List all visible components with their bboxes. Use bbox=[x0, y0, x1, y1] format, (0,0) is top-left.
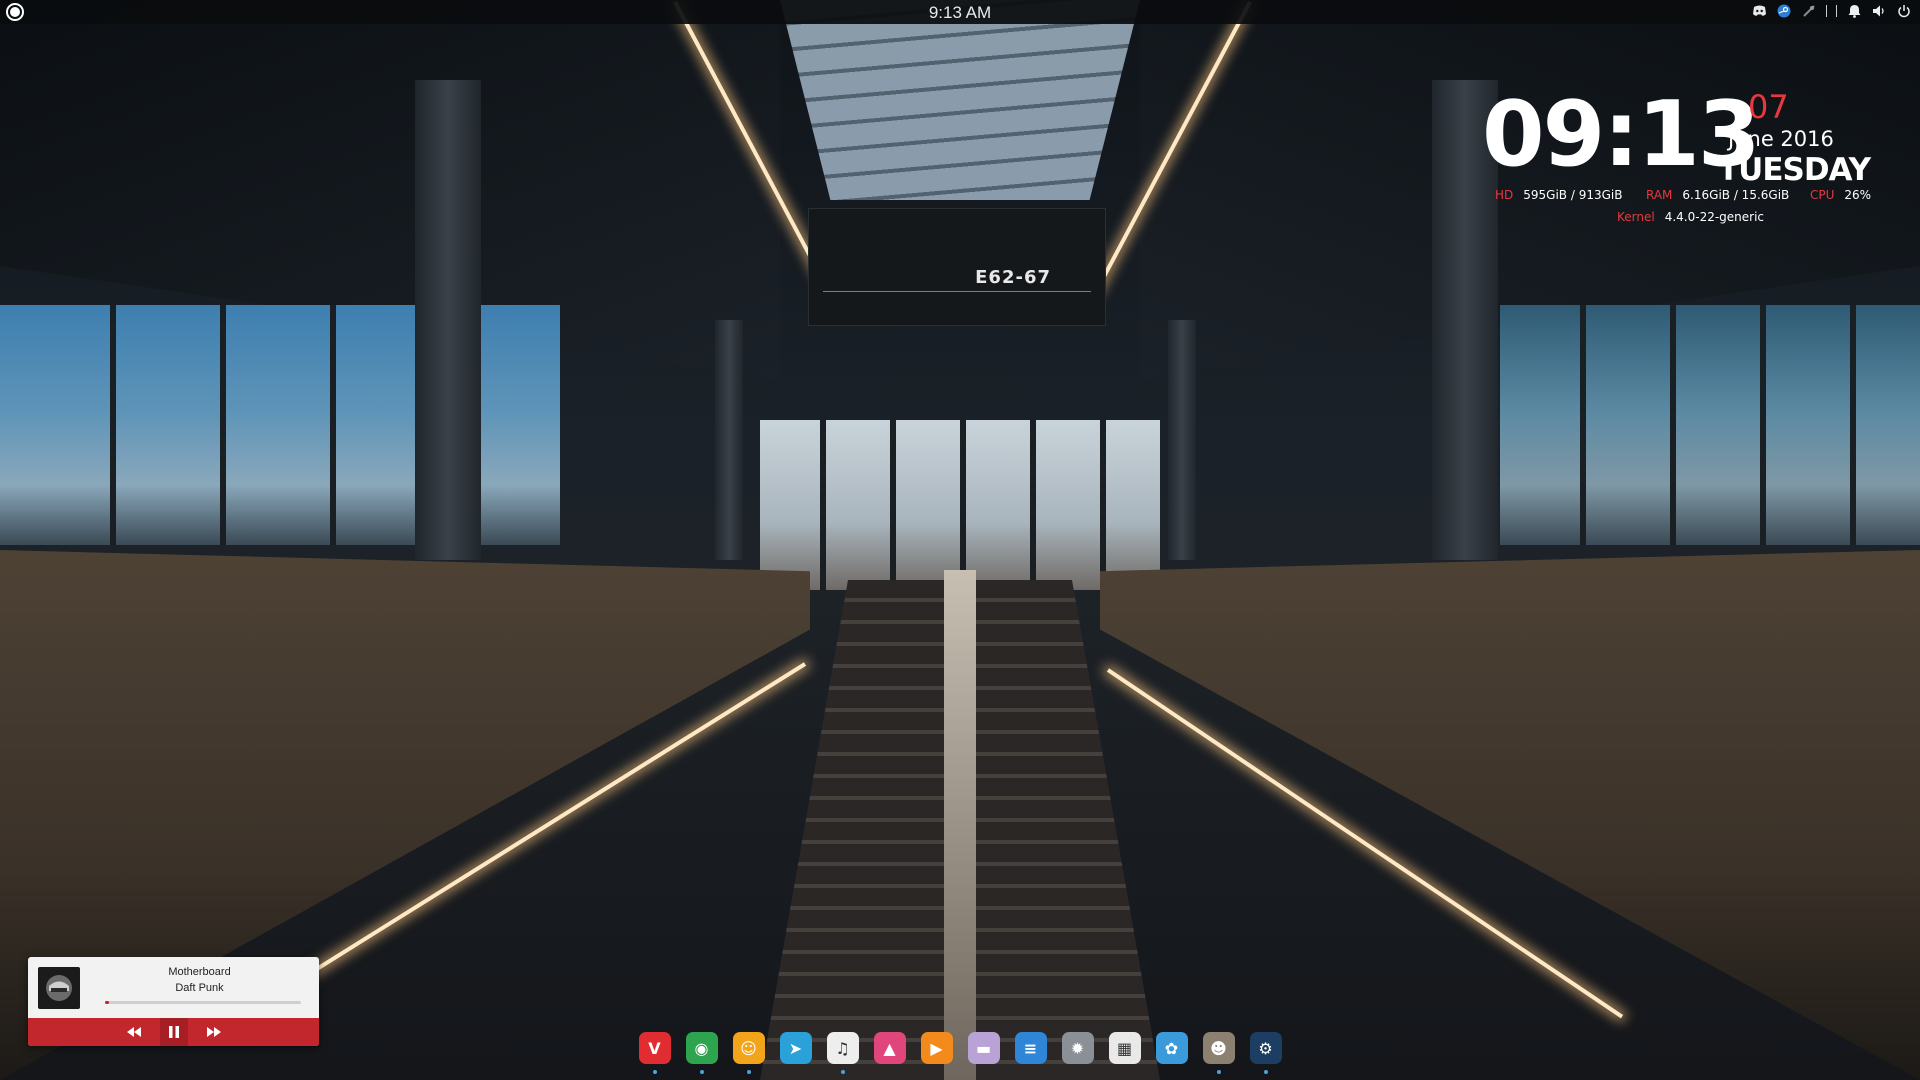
conky-ram-label: RAM bbox=[1646, 188, 1673, 202]
running-indicator bbox=[699, 1070, 704, 1074]
network-tray-icon[interactable] bbox=[1801, 3, 1817, 19]
dock-item-calendar[interactable]: ▦ bbox=[1107, 1030, 1143, 1066]
tray-separator bbox=[1826, 5, 1827, 17]
volume-icon[interactable] bbox=[1871, 3, 1887, 19]
video-player-icon: ▶ bbox=[920, 1032, 953, 1064]
wallpaper-sign-text: E62-67 bbox=[975, 267, 1051, 288]
conky-kernel-value: 4.4.0-22-generic bbox=[1664, 210, 1765, 224]
conky-day-number: 07 bbox=[1748, 88, 1789, 126]
wallpaper-escalator-rail bbox=[944, 570, 976, 1080]
conky-weekday: TUESDAY bbox=[1718, 152, 1871, 188]
dock-item-documents[interactable]: ≡ bbox=[1013, 1030, 1049, 1066]
conky-time: 09:13 bbox=[1482, 82, 1760, 187]
track-progress-bar[interactable] bbox=[105, 1001, 301, 1004]
dock-item-steam[interactable]: ⚙ bbox=[1248, 1030, 1284, 1074]
dock-item-files[interactable]: ▬ bbox=[966, 1030, 1002, 1066]
files-icon: ▬ bbox=[967, 1032, 1000, 1064]
running-indicator bbox=[1216, 1070, 1221, 1074]
chrome-icon: ◉ bbox=[685, 1032, 718, 1064]
dock-item-vivaldi[interactable]: V bbox=[637, 1030, 673, 1074]
track-progress-fill bbox=[105, 1001, 109, 1004]
wallpaper-pillar bbox=[1168, 320, 1196, 560]
wallpaper-window-right bbox=[1500, 305, 1920, 545]
conky-hd-row: HD 595GiB / 913GiB bbox=[1495, 188, 1622, 202]
steam-tray-icon[interactable] bbox=[1776, 3, 1792, 19]
conky-kernel-label: Kernel bbox=[1617, 210, 1655, 224]
vivaldi-icon: V bbox=[638, 1032, 671, 1064]
dock-item-telegram[interactable]: ➤ bbox=[778, 1030, 814, 1066]
music-icon: ♫ bbox=[826, 1032, 859, 1064]
dock-item-app-launcher[interactable]: ✿ bbox=[1154, 1030, 1190, 1066]
running-indicator bbox=[1263, 1070, 1268, 1074]
dock: V ◉ ☺ ➤ ♫ ▲ ▶ ▬ ≡ ✹ ▦ ✿ ☻ ⚙ bbox=[0, 1030, 1920, 1076]
running-indicator bbox=[652, 1070, 657, 1074]
dock-item-music[interactable]: ♫ bbox=[825, 1030, 861, 1074]
wallpaper-window-center bbox=[760, 420, 1160, 590]
dock-item-chrome[interactable]: ◉ bbox=[684, 1030, 720, 1074]
conky-hd-label: HD bbox=[1495, 188, 1514, 202]
wallpaper-pillar bbox=[715, 320, 743, 560]
conky-month-year: June 2016 bbox=[1728, 127, 1834, 151]
settings-icon: ✹ bbox=[1061, 1032, 1094, 1064]
conky-ram-row: RAM 6.16GiB / 15.6GiB bbox=[1646, 188, 1789, 202]
conky-kernel-row: Kernel 4.4.0-22-generic bbox=[1617, 210, 1764, 224]
conky-widget: 09:13 07 June 2016 TUESDAY HD 595GiB / 91… bbox=[1480, 82, 1900, 230]
conky-cpu-value: 26% bbox=[1844, 188, 1872, 202]
telegram-icon: ➤ bbox=[779, 1032, 812, 1064]
track-title: Motherboard bbox=[168, 966, 231, 978]
dock-item-gimp[interactable]: ☻ bbox=[1201, 1030, 1237, 1074]
conky-ram-value: 6.16GiB / 15.6GiB bbox=[1682, 188, 1790, 202]
discord-tray-icon[interactable] bbox=[1751, 3, 1767, 19]
conky-cpu-row: CPU 26% bbox=[1810, 188, 1871, 202]
dock-item-discord[interactable]: ☺ bbox=[731, 1030, 767, 1074]
wallpaper-gate-sign: E62-67 bbox=[808, 208, 1106, 326]
running-indicator bbox=[840, 1070, 845, 1074]
photos-icon: ▲ bbox=[873, 1032, 906, 1064]
wallpaper-skylight bbox=[780, 0, 1140, 200]
conky-cpu-label: CPU bbox=[1810, 188, 1835, 202]
discord-icon: ☺ bbox=[732, 1032, 765, 1064]
notifications-icon[interactable] bbox=[1846, 3, 1862, 19]
steam-icon: ⚙ bbox=[1249, 1032, 1282, 1064]
wallpaper-wall-right bbox=[1100, 550, 1920, 1080]
conky-hd-value: 595GiB / 913GiB bbox=[1523, 188, 1623, 202]
album-art bbox=[38, 967, 80, 1009]
panel-clock[interactable]: 9:13 AM bbox=[0, 3, 1920, 23]
dock-item-photos[interactable]: ▲ bbox=[872, 1030, 908, 1066]
documents-icon: ≡ bbox=[1014, 1032, 1047, 1064]
gimp-icon: ☻ bbox=[1202, 1032, 1235, 1064]
dock-item-video-player[interactable]: ▶ bbox=[919, 1030, 955, 1066]
system-tray bbox=[1751, 3, 1912, 19]
power-icon[interactable] bbox=[1896, 3, 1912, 19]
tray-separator bbox=[1836, 5, 1837, 17]
running-indicator bbox=[746, 1070, 751, 1074]
wallpaper-pillar bbox=[415, 80, 481, 560]
dock-item-settings[interactable]: ✹ bbox=[1060, 1030, 1096, 1066]
top-panel: 9:13 AM bbox=[0, 0, 1920, 24]
calendar-icon: ▦ bbox=[1108, 1032, 1141, 1064]
track-artist: Daft Punk bbox=[175, 982, 224, 994]
app-launcher-icon: ✿ bbox=[1155, 1032, 1188, 1064]
